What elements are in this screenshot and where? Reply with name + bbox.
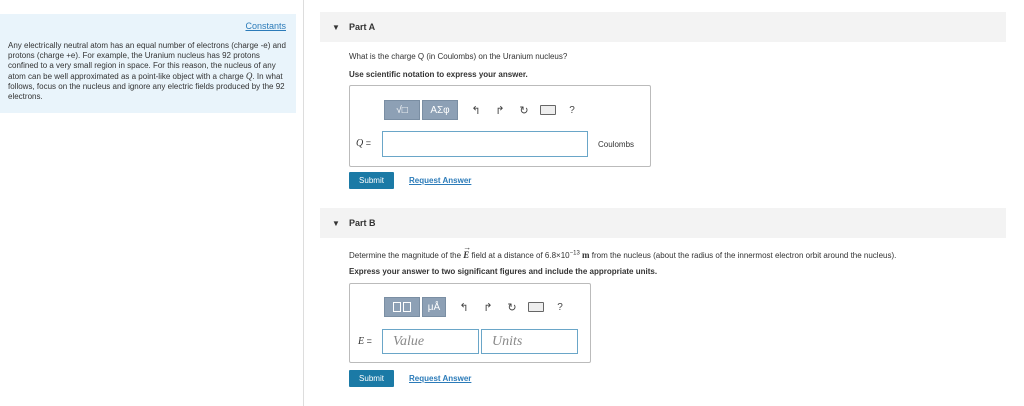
efield-symbol: → E bbox=[463, 243, 472, 260]
keyboard-icon[interactable] bbox=[524, 302, 548, 312]
part-b-answer-box: μÅ ↰ ↱ ↻ ? E = Value Units bbox=[349, 283, 591, 363]
equals-sign: = bbox=[366, 336, 372, 346]
part-b-title: Part B bbox=[349, 218, 376, 228]
undo-icon[interactable]: ↰ bbox=[452, 301, 476, 314]
unit-label-coulombs: Coulombs bbox=[598, 140, 635, 149]
part-b-question: Determine the magnitude of the → E field … bbox=[349, 243, 897, 260]
efield-value-input[interactable]: Value bbox=[382, 329, 479, 354]
help-icon[interactable]: ? bbox=[560, 105, 584, 116]
var-e-symbol: E bbox=[358, 336, 365, 347]
q-text-2: field at a distance of 6.8×10 bbox=[469, 251, 570, 260]
panel-divider bbox=[303, 0, 304, 406]
part-a-question: What is the charge Q (in Coulombs) on th… bbox=[349, 52, 568, 61]
help-icon[interactable]: ? bbox=[548, 302, 572, 313]
part-b-header[interactable]: ▼ Part B bbox=[320, 208, 1006, 238]
efield-units-input[interactable]: Units bbox=[481, 329, 578, 354]
part-a-header[interactable]: ▼ Part A bbox=[320, 12, 1006, 42]
part-b-var-label: E = bbox=[358, 336, 372, 347]
part-a-var-label: Q = bbox=[356, 138, 371, 149]
part-a-instruction: Use scientific notation to express your … bbox=[349, 70, 528, 79]
part-b-request-answer-link[interactable]: Request Answer bbox=[409, 374, 471, 383]
collapse-triangle-icon[interactable]: ▼ bbox=[332, 219, 340, 228]
templates-icon[interactable]: √□ bbox=[384, 100, 420, 120]
q-unit-m: m bbox=[582, 250, 590, 260]
part-b-instruction: Express your answer to two significant f… bbox=[349, 267, 658, 276]
charge-answer-input[interactable] bbox=[382, 131, 588, 157]
redo-icon[interactable]: ↱ bbox=[488, 104, 512, 117]
collapse-triangle-icon[interactable]: ▼ bbox=[332, 23, 340, 32]
redo-icon[interactable]: ↱ bbox=[476, 301, 500, 314]
equals-sign: = bbox=[365, 138, 372, 148]
part-a-toolbar: √□ ΑΣφ ↰ ↱ ↻ ? bbox=[384, 100, 584, 120]
q-exponent: −13 bbox=[569, 250, 580, 257]
units-icon[interactable]: μÅ bbox=[422, 297, 446, 317]
q-text-3: from the nucleus (about the radius of th… bbox=[589, 251, 897, 260]
reset-icon[interactable]: ↻ bbox=[500, 301, 524, 314]
part-b-toolbar: μÅ ↰ ↱ ↻ ? bbox=[384, 297, 572, 317]
part-a-submit-button[interactable]: Submit bbox=[349, 172, 394, 189]
intro-text-1: Any electrically neutral atom has an equ… bbox=[8, 41, 286, 81]
part-a-answer-box: √□ ΑΣφ ↰ ↱ ↻ ? Q = Coulombs bbox=[349, 85, 651, 167]
part-b-submit-button[interactable]: Submit bbox=[349, 370, 394, 387]
var-q-symbol: Q bbox=[356, 138, 364, 149]
part-a-request-answer-link[interactable]: Request Answer bbox=[409, 176, 471, 185]
greek-icon[interactable]: ΑΣφ bbox=[422, 100, 458, 120]
q-text-1: Determine the magnitude of the bbox=[349, 251, 464, 260]
constants-panel: Constants Any electrically neutral atom … bbox=[0, 14, 296, 113]
templates-icon[interactable] bbox=[384, 297, 420, 317]
reset-icon[interactable]: ↻ bbox=[512, 104, 536, 117]
constants-link[interactable]: Constants bbox=[245, 21, 286, 31]
part-a-title: Part A bbox=[349, 22, 376, 32]
undo-icon[interactable]: ↰ bbox=[464, 104, 488, 117]
intro-text: Any electrically neutral atom has an equ… bbox=[8, 41, 288, 102]
keyboard-icon[interactable] bbox=[536, 105, 560, 115]
